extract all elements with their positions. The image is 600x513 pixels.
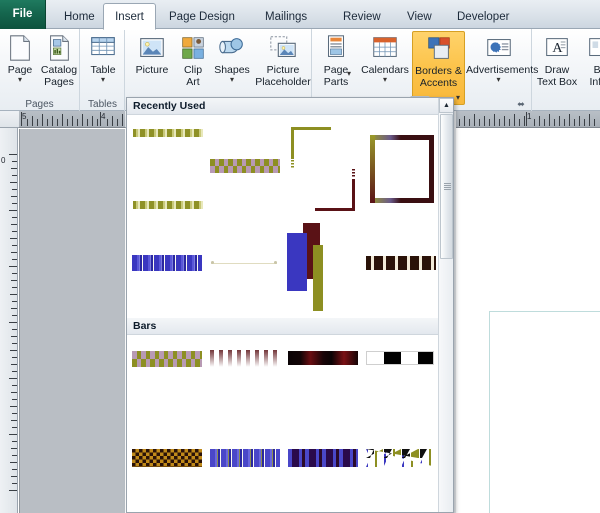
vruler-label-0: 0	[1, 156, 6, 165]
button-picture-label: Picture	[135, 64, 169, 76]
advertisements-icon	[486, 39, 511, 57]
button-page[interactable]: Page ▾	[2, 31, 38, 83]
gallery-item-purple-squares[interactable]	[285, 447, 363, 507]
borders-and-accents-gallery: Recently Used Bars ▲	[126, 97, 454, 513]
page-parts-icon	[327, 35, 345, 57]
tab-home[interactable]: Home	[55, 4, 104, 29]
button-page-parts[interactable]: Page Parts ▾	[315, 31, 357, 88]
chevron-down-icon[interactable]: ▾	[210, 75, 254, 83]
button-calendars[interactable]: Calendars ▾	[359, 31, 411, 83]
shapes-icon	[219, 38, 243, 54]
scrollbar-thumb[interactable]	[440, 114, 453, 259]
ribbon-group-text: A Draw Text Box Bu Infor	[533, 29, 600, 111]
picture-placeholder-icon	[270, 36, 296, 57]
gallery-section-bars-header: Bars	[127, 318, 439, 335]
table-icon	[91, 37, 115, 56]
button-borders-and-accents-label: Borders & Accents	[415, 65, 462, 89]
ribbon-group-tables-label: Tables	[88, 99, 117, 110]
chevron-down-icon[interactable]: ▾	[359, 75, 411, 83]
gallery-item-triangle-pattern[interactable]	[363, 447, 441, 507]
gallery-item-gold-checkerboard[interactable]	[129, 447, 207, 507]
button-clip-art-label: Clip Art	[183, 64, 203, 88]
button-draw-text-box[interactable]: A Draw Text Box	[535, 31, 579, 88]
tab-page-design[interactable]: Page Design	[160, 4, 244, 29]
tab-file[interactable]: File	[0, 0, 46, 29]
tab-developer[interactable]: Developer	[448, 4, 518, 29]
gallery-item-corner-accent[interactable]	[285, 115, 363, 223]
chevron-down-icon[interactable]: ▾	[466, 75, 531, 83]
gallery-item-color-blocks[interactable]	[285, 223, 363, 318]
calendars-icon	[373, 37, 397, 57]
gallery-row-recent-1	[127, 115, 439, 223]
tab-view[interactable]: View	[398, 4, 441, 29]
ribbon-group-pages-label: Pages	[25, 99, 54, 110]
chevron-down-icon[interactable]: ▾	[347, 70, 351, 78]
button-catalog-pages-label: Catalog Pages	[40, 64, 78, 88]
gallery-item-floral-frame[interactable]	[129, 115, 207, 223]
tab-insert[interactable]: Insert	[103, 3, 156, 30]
gallery-item-diamond-bar[interactable]	[207, 115, 285, 223]
gallery-row-bars-2	[127, 447, 439, 507]
page-margin-guide	[489, 311, 600, 513]
dialog-box-launcher[interactable]: ⬌	[515, 98, 527, 110]
gallery-row-recent-2	[127, 223, 439, 318]
ribbon-group-tables: Table ▾ Tables	[81, 29, 125, 111]
button-shapes[interactable]: Shapes ▾	[210, 31, 254, 83]
button-borders-and-accents[interactable]: Borders & Accents ▾	[412, 31, 465, 105]
publication-page[interactable]	[456, 129, 600, 513]
gallery-item-gradient-frame[interactable]	[363, 115, 441, 223]
tab-review[interactable]: Review	[334, 4, 390, 29]
page-icon	[10, 35, 30, 61]
ribbon-group-pages: Page ▾ Catalog Pages Pages	[0, 29, 80, 111]
horizontal-ruler-left-strip: 5 4	[19, 111, 125, 128]
gallery-item-dotted-dark-bar[interactable]	[363, 223, 441, 318]
gallery-section-recently-used-header: Recently Used	[127, 98, 439, 115]
scrollbar-grip-icon	[444, 183, 451, 190]
button-advertisements[interactable]: Advertisements ▾	[466, 31, 538, 83]
tab-mailings[interactable]: Mailings	[256, 4, 316, 29]
ruler-label-4: 4	[101, 112, 106, 121]
draw-text-box-icon: A	[546, 38, 568, 57]
chevron-down-icon[interactable]: ▾	[83, 75, 123, 83]
gallery-item-blue-vertical-bars[interactable]	[207, 447, 285, 507]
business-information-icon	[589, 38, 600, 57]
publisher-window: File Home Insert Page Design Mailings Re…	[0, 0, 600, 513]
gallery-row-bars-1	[127, 335, 439, 447]
gallery-item-thin-line-accent[interactable]	[207, 223, 285, 318]
scroll-up-arrow-icon[interactable]: ▲	[439, 98, 453, 113]
clip-art-icon	[182, 37, 204, 59]
gallery-item-black-white-blocks[interactable]	[363, 335, 441, 447]
button-table[interactable]: Table ▾	[83, 31, 123, 83]
gallery-item-faded-ticks[interactable]	[207, 335, 285, 447]
button-business-information-label: Bu Infor	[589, 64, 600, 88]
gallery-item-diamond-checker[interactable]	[129, 335, 207, 447]
button-picture-placeholder[interactable]: Picture Placeholder	[254, 31, 312, 88]
chevron-down-icon[interactable]: ▾	[2, 75, 38, 83]
gallery-item-dark-red-gradient[interactable]	[285, 335, 363, 447]
chevron-down-icon[interactable]: ▾	[456, 94, 460, 102]
button-clip-art[interactable]: Clip Art	[177, 31, 209, 88]
gallery-item-blue-stripes-bar[interactable]	[129, 223, 207, 318]
catalog-pages-icon	[50, 35, 69, 61]
button-picture-placeholder-label: Picture Placeholder	[255, 64, 311, 88]
horizontal-ruler-right-strip: 1	[456, 111, 600, 128]
scratch-area[interactable]	[19, 129, 125, 513]
borders-accents-icon	[427, 37, 450, 59]
ruler-label-5: 5	[22, 112, 27, 121]
button-picture[interactable]: Picture	[129, 31, 175, 77]
button-draw-text-box-label: Draw Text Box	[536, 64, 578, 88]
ruler-label-1: 1	[527, 112, 532, 121]
ribbon-tab-bar: File Home Insert Page Design Mailings Re…	[0, 0, 600, 30]
gallery-scrollbar[interactable]: ▲	[438, 98, 453, 512]
button-business-information[interactable]: Bu Infor	[580, 31, 600, 88]
vertical-ruler[interactable]: 0	[0, 128, 18, 513]
picture-icon	[140, 38, 164, 57]
button-catalog-pages[interactable]: Catalog Pages	[38, 31, 80, 88]
